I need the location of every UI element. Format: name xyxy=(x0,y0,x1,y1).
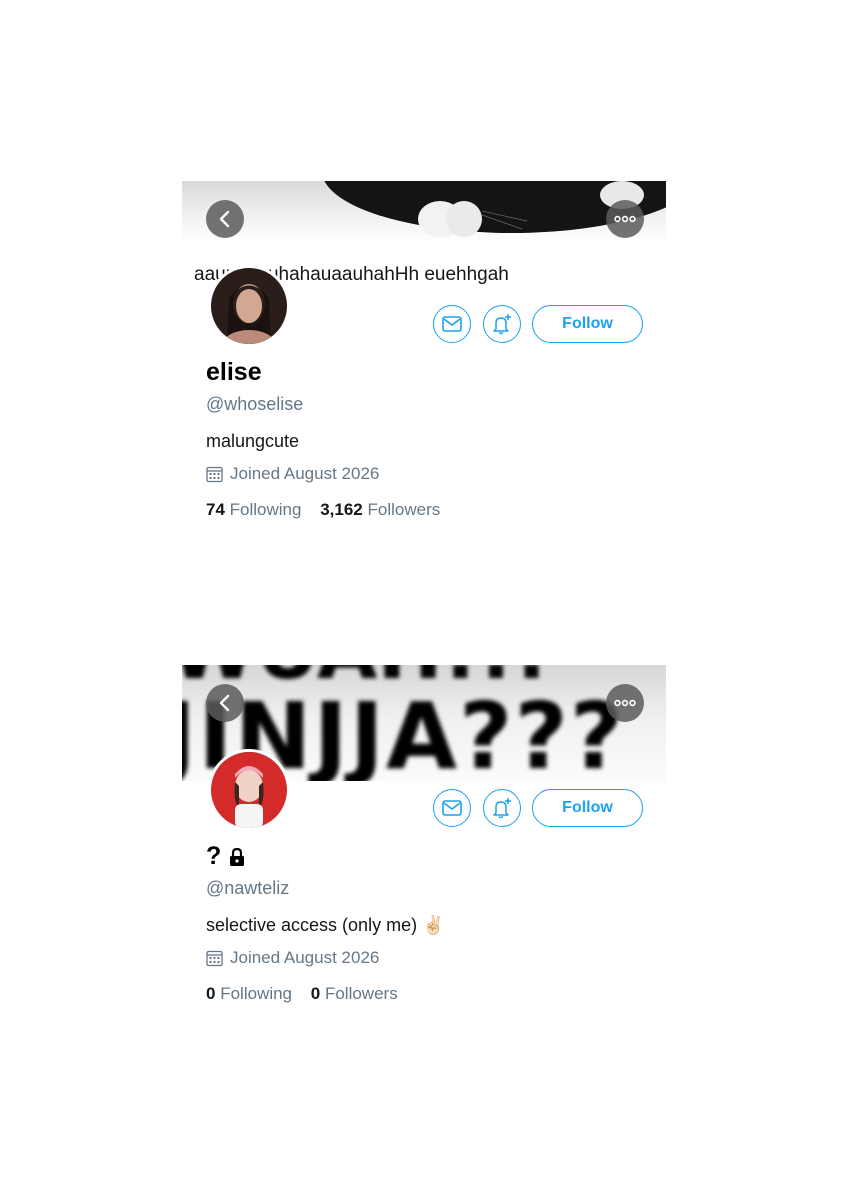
profile-card-elise: aauuuuuuhahauaauhahHh euehhgah Follow el… xyxy=(182,181,666,531)
follow-stats: 0 Following 0 Followers xyxy=(206,984,412,1004)
notifications-button[interactable] xyxy=(483,305,521,343)
followers-count: 0 xyxy=(310,984,321,1003)
joined-text: Joined August 2026 xyxy=(230,948,380,967)
more-button[interactable] xyxy=(606,200,644,238)
lock-icon xyxy=(230,847,245,866)
followers-count: 3,162 xyxy=(320,500,363,519)
avatar[interactable] xyxy=(208,749,290,831)
joined-text: Joined August 2026 xyxy=(230,464,380,483)
following-count: 0 xyxy=(206,984,216,1003)
more-horizontal-icon xyxy=(614,699,636,707)
joined-date: Joined August 2026 xyxy=(206,464,379,484)
message-button[interactable] xyxy=(433,305,471,343)
followers-stat[interactable]: 0 Followers xyxy=(311,984,398,1004)
profile-handle: @nawteliz xyxy=(206,878,290,898)
following-count: 74 xyxy=(206,500,225,519)
follow-stats: 74 Following 3,162 Followers xyxy=(206,500,454,520)
following-stat[interactable]: 74 Following xyxy=(206,500,301,520)
follow-button[interactable]: Follow xyxy=(532,789,643,827)
following-label: Following xyxy=(229,500,302,519)
profile-bio: selective access (only me) ✌🏻 xyxy=(206,915,445,935)
banner-cat-image xyxy=(324,181,666,237)
calendar-icon xyxy=(206,466,223,482)
following-stat[interactable]: 0 Following xyxy=(206,984,292,1004)
more-horizontal-icon xyxy=(614,215,636,223)
follow-button[interactable]: Follow xyxy=(532,305,643,343)
following-label: Following xyxy=(220,984,293,1003)
envelope-icon xyxy=(442,316,462,332)
avatar-image xyxy=(211,268,287,344)
profile-name: ? xyxy=(206,842,222,870)
more-button[interactable] xyxy=(606,684,644,722)
profile-name-row: ? xyxy=(206,842,247,871)
bell-plus-icon xyxy=(493,314,511,335)
profile-name: elise xyxy=(206,358,262,386)
envelope-icon xyxy=(442,800,462,816)
chevron-left-icon xyxy=(219,210,230,228)
followers-stat[interactable]: 3,162 Followers xyxy=(320,500,440,520)
profile-card-nawteliz: WUAH!!! JINJJA??? Follow ? @nawteliz sel… xyxy=(182,665,666,1015)
avatar-image xyxy=(211,752,287,828)
followers-label: Followers xyxy=(367,500,441,519)
avatar[interactable] xyxy=(208,265,290,347)
back-button[interactable] xyxy=(206,684,244,722)
joined-date: Joined August 2026 xyxy=(206,948,379,968)
message-button[interactable] xyxy=(433,789,471,827)
profile-bio: malungcute xyxy=(206,431,300,451)
followers-label: Followers xyxy=(324,984,398,1003)
profile-banner xyxy=(182,181,666,243)
calendar-icon xyxy=(206,950,223,966)
notifications-button[interactable] xyxy=(483,789,521,827)
chevron-left-icon xyxy=(219,694,230,712)
bell-plus-icon xyxy=(493,798,511,819)
profile-handle: @whoselise xyxy=(206,394,304,414)
back-button[interactable] xyxy=(206,200,244,238)
